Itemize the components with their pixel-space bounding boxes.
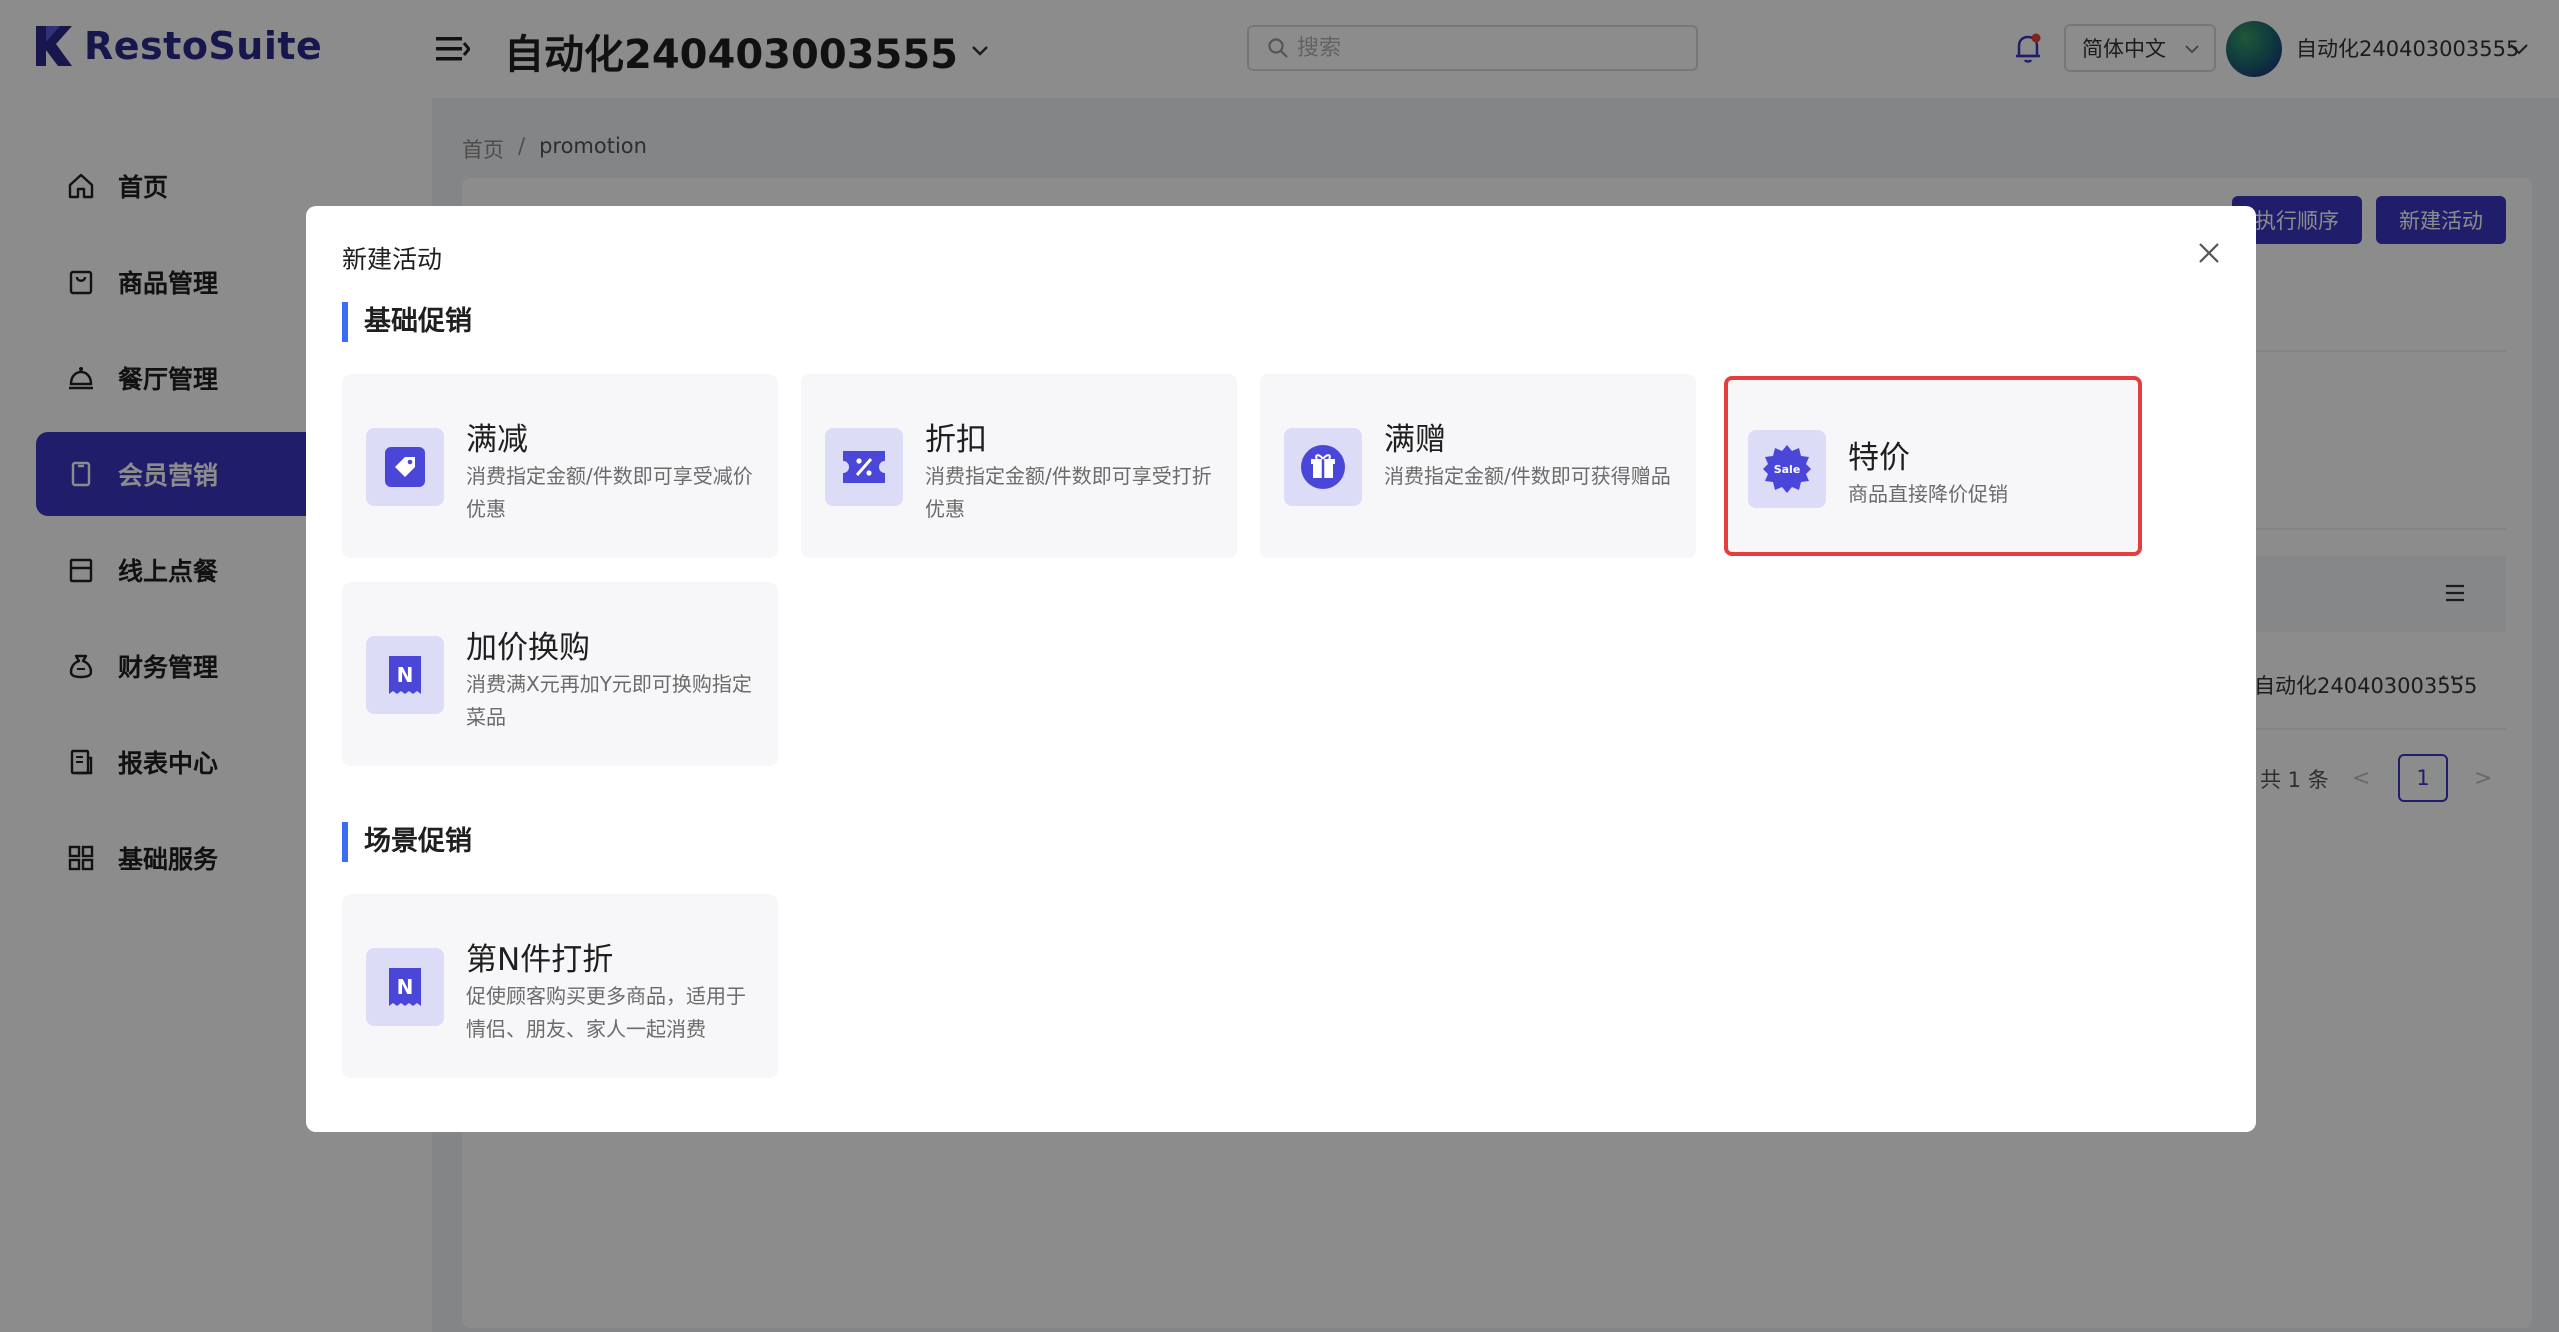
modal-title: 新建活动 (342, 245, 443, 274)
tag-icon (366, 428, 444, 506)
n-letter: N (397, 663, 414, 687)
promo-name: 折扣 (925, 422, 987, 458)
promo-desc: 商品直接降价促销 (1848, 482, 2008, 506)
promo-card-discount[interactable]: 折扣 消费指定金额/件数即可享受打折优惠 (801, 374, 1237, 558)
n-ticket-icon: N (366, 948, 444, 1026)
section-title-scene: 场景促销 (342, 822, 472, 862)
sale-badge-text: Sale (1774, 463, 1801, 476)
n-ticket-icon: N (366, 636, 444, 714)
promo-desc: 消费满X元再加Y元即可换购指定菜品 (466, 672, 752, 729)
promo-name: 特价 (1848, 440, 1910, 476)
promo-desc: 促使顾客购买更多商品，适用于情侣、朋友、家人一起消费 (466, 984, 746, 1041)
promo-name: 第N件打折 (466, 942, 614, 978)
promo-desc: 消费指定金额/件数即可享受减价优惠 (466, 464, 753, 521)
section-title-basic: 基础促销 (342, 302, 472, 342)
promo-desc: 消费指定金额/件数即可享受打折优惠 (925, 464, 1212, 521)
promo-card-add-on-purchase[interactable]: N 加价换购 消费满X元再加Y元即可换购指定菜品 (342, 582, 778, 766)
sale-badge-icon: Sale (1748, 430, 1826, 508)
close-icon[interactable] (2196, 240, 2222, 266)
promo-desc: 消费指定金额/件数即可获得赠品 (1384, 464, 1671, 488)
gift-icon (1284, 428, 1362, 506)
promo-card-full-reduction[interactable]: 满减 消费指定金额/件数即可享受减价优惠 (342, 374, 778, 558)
new-activity-modal: 新建活动 基础促销 满减 消费指定金额/件数即可享受减价优惠 折扣 消费指定金额… (306, 206, 2256, 1132)
promo-name: 满赠 (1384, 422, 1446, 458)
promo-name: 满减 (466, 422, 528, 458)
promo-name: 加价换购 (466, 630, 590, 666)
promo-card-nth-item-discount[interactable]: N 第N件打折 促使顾客购买更多商品，适用于情侣、朋友、家人一起消费 (342, 894, 778, 1078)
n-letter: N (397, 975, 414, 999)
promo-card-gift[interactable]: 满赠 消费指定金额/件数即可获得赠品 (1260, 374, 1696, 558)
percent-ticket-icon (825, 428, 903, 506)
promo-card-special-price[interactable]: Sale 特价 商品直接降价促销 (1724, 376, 2142, 556)
